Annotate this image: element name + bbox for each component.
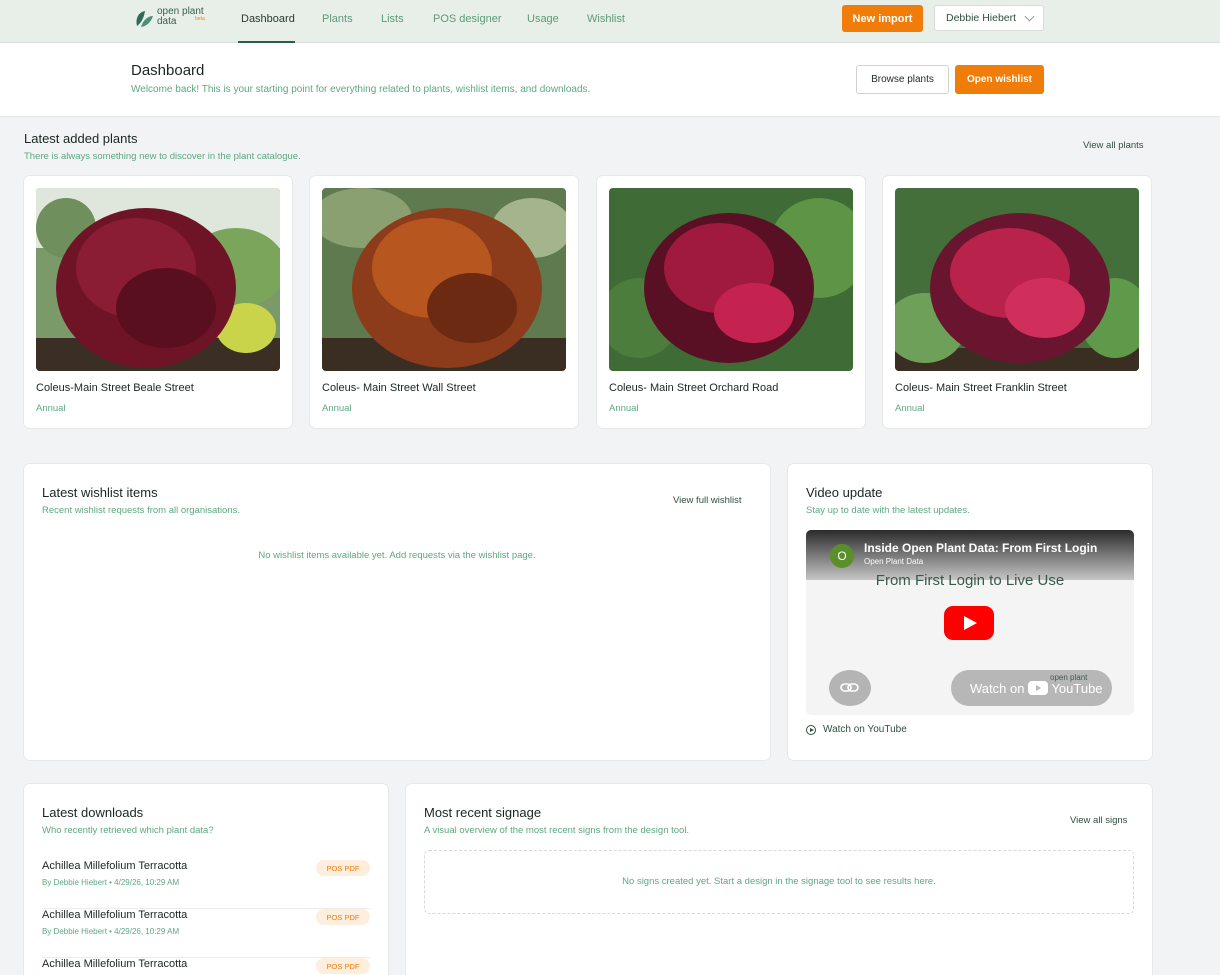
user-menu[interactable]: Debbie Hiebert [934,5,1044,31]
wishlist-title: Latest wishlist items [42,485,158,500]
top-navigation: open plant data beta Dashboard Plants Li… [0,0,1220,43]
latest-plants-subtitle: There is always something new to discove… [24,151,301,162]
nav-pos-designer[interactable]: POS designer [433,13,501,25]
plant-card[interactable]: Coleus-Main Street Beale Street Annual [24,176,292,428]
youtube-video-title[interactable]: Inside Open Plant Data: From First Login [864,541,1097,555]
signage-empty-box: No signs created yet. Start a design in … [424,850,1134,914]
watch-on-label: Watch on [970,680,1025,696]
downloads-subtitle: Who recently retrieved which plant data? [42,825,214,836]
download-item[interactable]: Achillea Millefolium Terracotta By Debbi… [42,860,370,909]
plant-name: Coleus- Main Street Orchard Road [609,382,779,394]
watch-on-youtube-label: Watch on YouTube [823,724,907,735]
download-plant-name: Achillea Millefolium Terracotta [42,909,188,921]
download-plant-name: Achillea Millefolium Terracotta [42,860,188,872]
watch-on-youtube-link[interactable]: Watch on YouTube [806,724,907,735]
plant-card[interactable]: Coleus- Main Street Orchard Road Annual [597,176,865,428]
leaf-logo-icon [136,11,153,27]
signage-card: Most recent signage A visual overview of… [406,784,1152,975]
signage-subtitle: A visual overview of the most recent sig… [424,825,690,836]
open-wishlist-button[interactable]: Open wishlist [955,65,1044,94]
video-title: Video update [806,485,883,500]
downloads-card: Latest downloads Who recently retrieved … [24,784,388,975]
download-plant-name: Achillea Millefolium Terracotta [42,958,188,970]
page-subtitle: Welcome back! This is your starting poin… [131,84,591,95]
wishlist-subtitle: Recent wishlist requests from all organi… [42,505,241,516]
channel-watermark: open plant [1050,673,1088,682]
youtube-embed[interactable]: From First Login to Live Use O Inside Op… [806,530,1134,715]
plant-image [609,188,853,371]
user-name: Debbie Hiebert [946,12,1017,24]
channel-avatar[interactable]: O [830,544,854,568]
plant-name: Coleus- Main Street Franklin Street [895,382,1067,394]
watch-on-youtube-button[interactable]: Watch on YouTube [951,670,1112,706]
chevron-down-icon [1024,11,1035,22]
download-type-badge: POS PDF [316,909,370,925]
view-all-signs-link[interactable]: View all signs [1070,815,1127,826]
copy-link-button[interactable] [829,670,871,706]
nav-usage[interactable]: Usage [527,13,559,25]
download-item[interactable]: Achillea Millefolium Terracotta POS PDF [42,958,370,975]
new-import-button[interactable]: New import [842,5,923,32]
plant-name: Coleus- Main Street Wall Street [322,382,476,394]
plant-type: Annual [895,403,925,414]
nav-lists[interactable]: Lists [381,13,404,25]
play-icon[interactable] [944,606,994,640]
plant-image [895,188,1139,371]
play-circle-icon [806,724,816,735]
view-all-plants-link[interactable]: View all plants [1083,140,1144,151]
plant-type: Annual [609,403,639,414]
signage-title: Most recent signage [424,805,542,820]
plant-type: Annual [322,403,352,414]
page-title: Dashboard [131,62,205,79]
brand-logo[interactable]: open plant data beta [133,6,213,32]
nav-plants[interactable]: Plants [322,13,353,25]
download-item[interactable]: Achillea Millefolium Terracotta By Debbi… [42,909,370,958]
nav-wishlist[interactable]: Wishlist [587,13,625,25]
youtube-label: YouTube [1051,680,1103,696]
plant-image [36,188,280,371]
plant-type: Annual [36,403,66,414]
download-type-badge: POS PDF [316,860,370,876]
signage-empty-message: No signs created yet. Start a design in … [622,876,936,887]
latest-plants-title: Latest added plants [24,131,138,146]
view-full-wishlist-link[interactable]: View full wishlist [673,495,741,506]
beta-label: beta [195,16,205,22]
downloads-title: Latest downloads [42,805,144,820]
page-header: Dashboard Welcome back! This is your sta… [0,43,1220,117]
plant-image [322,188,566,371]
download-type-badge: POS PDF [316,958,370,974]
youtube-channel-name: Open Plant Data [864,557,924,566]
nav-dashboard[interactable]: Dashboard [241,13,295,25]
plant-name: Coleus-Main Street Beale Street [36,382,194,394]
browse-plants-button[interactable]: Browse plants [856,65,949,94]
download-meta: By Debbie Hiebert • 4/29/26, 10:29 AM [42,927,180,936]
wishlist-card: Latest wishlist items Recent wishlist re… [24,464,770,760]
download-meta: By Debbie Hiebert • 4/29/26, 10:29 AM [42,878,180,887]
youtube-logo-icon [1028,681,1049,695]
video-subtitle: Stay up to date with the latest updates. [806,505,970,516]
link-icon [840,683,859,692]
wishlist-empty-message: No wishlist items available yet. Add req… [258,550,536,561]
plant-card[interactable]: Coleus- Main Street Franklin Street Annu… [883,176,1151,428]
video-card: Video update Stay up to date with the la… [788,464,1152,760]
video-thumbnail-text: From First Login to Live Use [875,572,1065,589]
plant-card[interactable]: Coleus- Main Street Wall Street Annual [310,176,578,428]
